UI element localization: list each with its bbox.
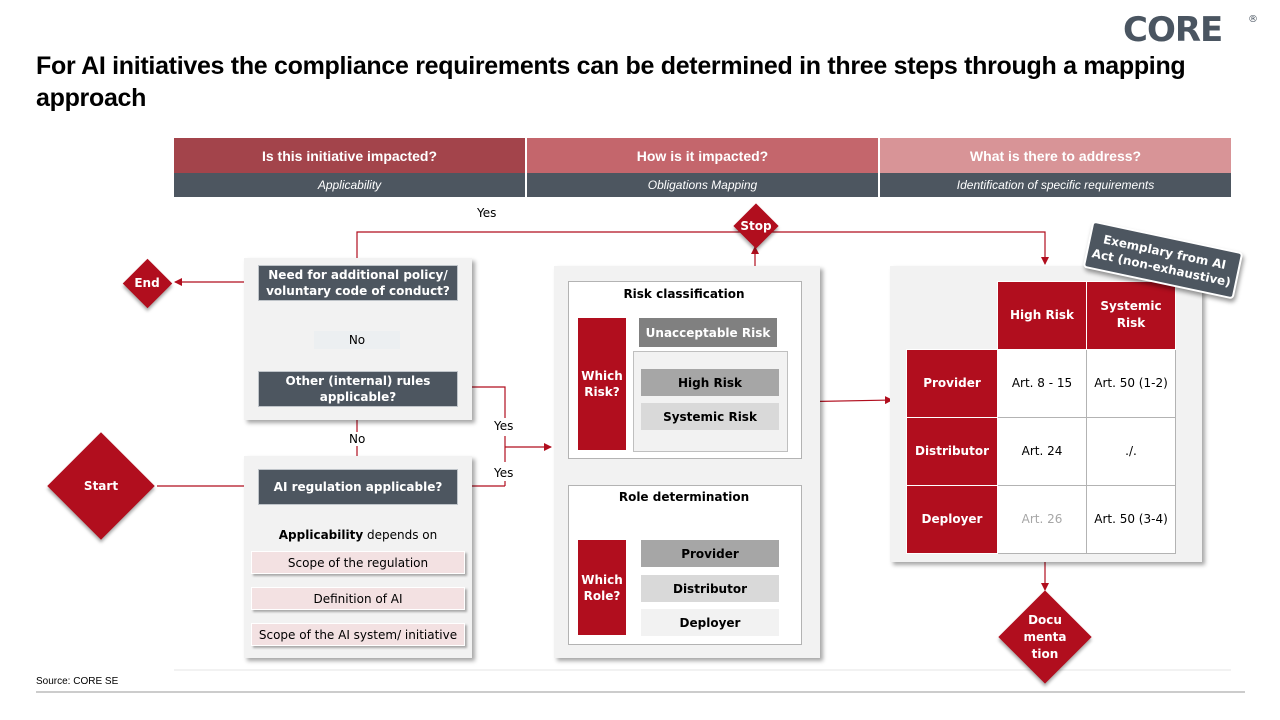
source-note: Source: CORE SE xyxy=(36,676,119,687)
matrix-corner xyxy=(907,282,998,350)
stop-node: Stop xyxy=(732,202,780,250)
row-header: Deployer xyxy=(906,484,998,554)
label-no-lower: No xyxy=(347,432,368,446)
role-distributor: Distributor xyxy=(641,575,779,602)
factor-definition-ai: Definition of AI xyxy=(251,587,465,610)
applicability-rest: depends on xyxy=(363,528,438,542)
additional-policy-question: Need for additional policy/ voluntary co… xyxy=(258,265,458,301)
column-header: Systemic Risk xyxy=(1086,281,1176,350)
matrix-cell: Art. 26 xyxy=(997,484,1087,554)
other-rules-question: Other (internal) rules applicable? xyxy=(258,371,458,407)
high-systemic-group xyxy=(633,351,788,452)
label-yes-ai-regulation: Yes xyxy=(494,466,514,480)
risk-classification-title: Risk classification xyxy=(623,287,745,301)
role-provider: Provider xyxy=(641,540,779,567)
matrix-header-row: High Risk Systemic Risk xyxy=(907,281,1176,350)
factor-scope-regulation: Scope of the regulation xyxy=(251,551,465,574)
which-role-label: Which Role? xyxy=(578,540,626,635)
which-risk-label: Which Risk? xyxy=(578,318,626,450)
ai-regulation-question: AI regulation applicable? xyxy=(258,469,458,505)
end-label: End xyxy=(134,275,160,290)
role-deployer: Deployer xyxy=(641,609,779,636)
applicability-bold: Applicability xyxy=(278,528,364,542)
row-header: Provider xyxy=(906,348,998,418)
stop-label: Stop xyxy=(740,218,772,233)
label-yes-other-rules: Yes xyxy=(494,419,514,433)
matrix-cell: Art. 50 (3-4) xyxy=(1086,484,1176,554)
documentation-node: Docu menta tion xyxy=(996,590,1094,684)
label-no-upper: No xyxy=(314,331,400,349)
matrix-row: Deployer Art. 26 Art. 50 (3-4) xyxy=(906,484,1176,554)
documentation-label: Docu menta tion xyxy=(1023,612,1067,661)
applicability-heading: Applicability depends on xyxy=(244,528,472,542)
factor-scope-ai-system: Scope of the AI system/ initiative xyxy=(251,623,465,646)
label-yes-top: Yes xyxy=(477,206,497,220)
matrix-row: Provider Art. 8 - 15 Art. 50 (1-2) xyxy=(906,348,1176,418)
role-determination-title: Role determination xyxy=(618,490,750,504)
end-node: End xyxy=(120,258,174,308)
risk-high: High Risk xyxy=(641,369,779,396)
matrix-cell: Art. 50 (1-2) xyxy=(1086,348,1176,418)
requirements-matrix: High Risk Systemic Risk Provider Art. 8 … xyxy=(906,281,1176,554)
column-header: High Risk xyxy=(997,281,1087,350)
matrix-cell: Art. 24 xyxy=(997,416,1087,486)
row-header: Distributor xyxy=(906,416,998,486)
risk-unacceptable: Unacceptable Risk xyxy=(639,318,777,347)
start-node: Start xyxy=(46,432,156,540)
risk-systemic: Systemic Risk xyxy=(641,403,779,430)
matrix-cell: ./. xyxy=(1086,416,1176,486)
matrix-row: Distributor Art. 24 ./. xyxy=(906,416,1176,486)
start-label: Start xyxy=(83,478,119,493)
matrix-cell: Art. 8 - 15 xyxy=(997,348,1087,418)
